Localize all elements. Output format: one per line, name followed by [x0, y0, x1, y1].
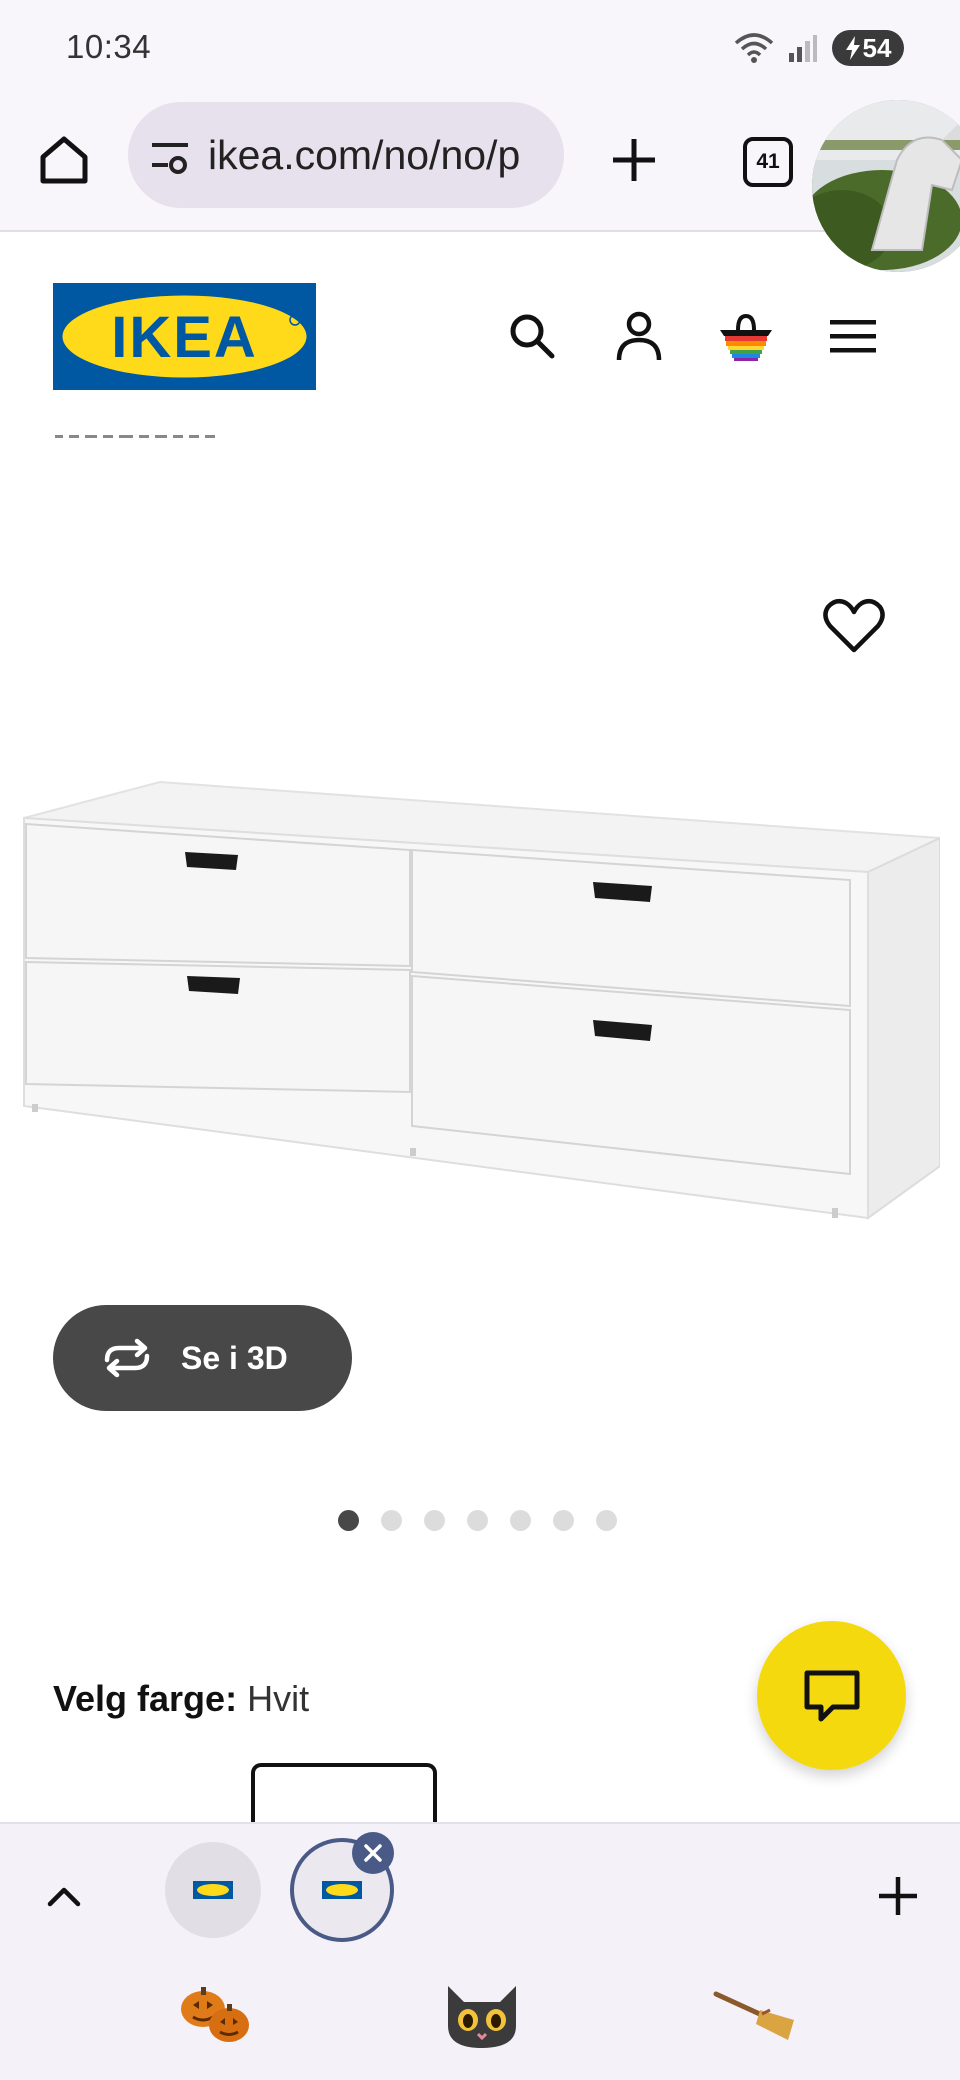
expand-tabs-button[interactable] — [34, 1866, 94, 1926]
favorite-button[interactable] — [820, 592, 888, 660]
close-tab-button[interactable] — [352, 1832, 394, 1874]
dresser-image — [23, 780, 944, 1220]
new-tab-button[interactable] — [598, 124, 670, 196]
plus-icon — [613, 139, 655, 181]
color-label-heading: Velg farge: — [53, 1678, 238, 1719]
black-cat-icon — [437, 1974, 527, 2054]
carousel-dot[interactable] — [338, 1510, 359, 1531]
tab-count: 41 — [743, 137, 793, 187]
battery-indicator: 54 — [832, 30, 904, 66]
ikea-favicon-icon — [193, 1881, 233, 1899]
clipped-text-fragment — [55, 435, 215, 438]
color-selection-label: Velg farge: Hvit — [53, 1678, 309, 1720]
selected-color-value: Hvit — [247, 1678, 310, 1719]
home-icon — [40, 136, 88, 184]
product-image[interactable] — [20, 770, 944, 1230]
image-carousel-dots — [338, 1510, 617, 1531]
ikea-logo[interactable]: IKEA — [53, 283, 316, 390]
carousel-dot[interactable] — [596, 1510, 617, 1531]
hamburger-menu-icon — [830, 320, 876, 353]
carousel-dot[interactable] — [381, 1510, 402, 1531]
url-text: ikea.com/no/no/p — [208, 131, 521, 178]
chevron-up-icon — [47, 1887, 81, 1907]
pumpkins-icon — [170, 1974, 260, 2054]
broom-icon — [710, 1974, 800, 2054]
status-time: 10:34 — [66, 28, 152, 65]
carousel-dot[interactable] — [467, 1510, 488, 1531]
tab-switcher-button[interactable]: 41 — [732, 126, 804, 198]
breadcrumb-clipped — [53, 425, 233, 447]
site-settings-icon[interactable] — [148, 133, 192, 177]
close-icon — [364, 1844, 382, 1862]
charging-bolt-icon — [845, 36, 860, 60]
chat-button[interactable] — [757, 1621, 906, 1770]
search-icon — [510, 314, 555, 359]
shopping-bag-icon — [720, 313, 772, 361]
chat-icon — [804, 1670, 859, 1721]
ikea-favicon-icon — [322, 1881, 362, 1899]
heart-icon — [823, 598, 885, 653]
rotate-3d-icon — [104, 1338, 150, 1378]
status-icons: 54 — [734, 28, 904, 68]
home-button[interactable] — [28, 124, 100, 196]
view-in-3d-button[interactable]: Se i 3D — [53, 1305, 352, 1411]
carousel-dot[interactable] — [553, 1510, 574, 1531]
shopping-bag-button[interactable] — [714, 304, 778, 368]
plus-icon — [879, 1877, 917, 1915]
account-button[interactable] — [607, 304, 671, 368]
color-swatch-selected[interactable] — [251, 1763, 437, 1823]
address-bar[interactable]: ikea.com/no/no/p — [128, 102, 564, 208]
user-icon — [616, 311, 662, 361]
battery-level: 54 — [862, 32, 892, 63]
add-tab-button[interactable] — [866, 1864, 930, 1928]
search-button[interactable] — [500, 304, 564, 368]
tab-strip — [0, 1822, 960, 2080]
tab-thumbnail[interactable] — [165, 1842, 261, 1938]
signal-icon — [789, 35, 817, 62]
carousel-dot[interactable] — [424, 1510, 445, 1531]
status-bar: 10:34 54 — [0, 0, 960, 100]
menu-button[interactable] — [821, 304, 885, 368]
wifi-icon — [734, 33, 774, 63]
view-in-3d-label: Se i 3D — [181, 1339, 288, 1376]
svg-text:IKEA: IKEA — [111, 305, 258, 370]
carousel-dot[interactable] — [510, 1510, 531, 1531]
ikea-logo-mark: IKEA — [53, 283, 316, 390]
